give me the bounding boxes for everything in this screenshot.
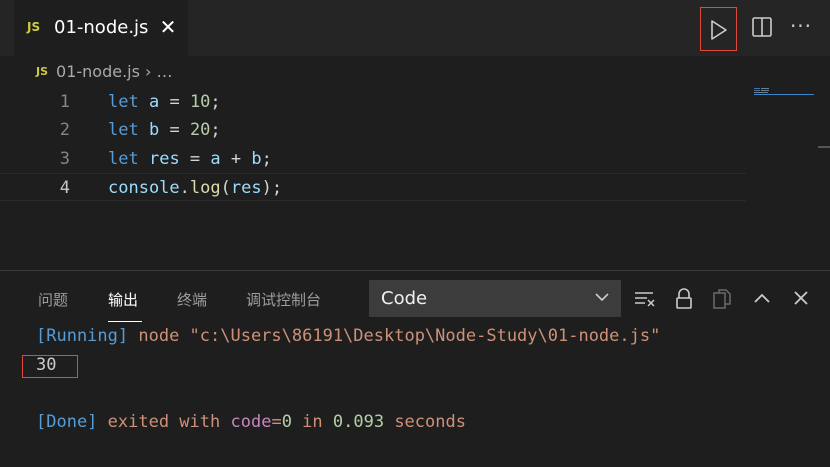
more-actions-button[interactable]: ··· <box>788 13 814 39</box>
breadcrumb-more[interactable]: … <box>157 62 173 81</box>
output-running-line: [Running] node "c:\Users\86191\Desktop\N… <box>36 326 660 346</box>
output-panel[interactable]: [Running] node "c:\Users\86191\Desktop\N… <box>0 322 830 467</box>
tab-problems[interactable]: 问题 <box>38 289 68 310</box>
chevron-up-icon[interactable] <box>750 288 774 310</box>
tab-debug-console[interactable]: 调试控制台 <box>246 289 321 310</box>
select-value: Code <box>381 288 428 309</box>
js-file-icon: JS <box>27 20 41 34</box>
scrollbar-thumb[interactable] <box>818 146 830 148</box>
tab-label: 01-node.js <box>54 17 149 38</box>
chevron-down-icon <box>595 293 609 302</box>
line-number: 1 <box>59 92 70 112</box>
code-text: let res = a + b; <box>108 149 272 169</box>
minimap[interactable] <box>754 88 814 98</box>
output-channel-select[interactable]: Code <box>369 280 621 317</box>
lock-icon[interactable] <box>672 288 696 310</box>
minimap-current-line <box>754 94 814 95</box>
clear-output-icon[interactable] <box>633 288 657 310</box>
editor-tab[interactable]: JS 01-node.js ✕ <box>14 0 188 56</box>
play-icon <box>711 20 727 40</box>
editor-tab-bar: JS 01-node.js ✕ ··· <box>0 0 830 56</box>
code-text: let b = 20; <box>108 120 221 140</box>
close-tab-icon[interactable]: ✕ <box>156 14 180 40</box>
run-code-button[interactable] <box>700 7 737 51</box>
line-number: 2 <box>59 120 70 140</box>
line-number: 4 <box>59 178 70 198</box>
tab-terminal[interactable]: 终端 <box>177 289 207 310</box>
code-line[interactable]: 2 let b = 20; <box>0 116 746 144</box>
code-line[interactable]: 1 let a = 10; <box>0 88 746 116</box>
line-number: 3 <box>59 149 70 169</box>
done-tag: [Done] <box>36 412 98 432</box>
result-highlight-box <box>22 355 78 378</box>
running-tag: [Running] <box>36 326 129 346</box>
code-line-current[interactable]: 4 console.log(res); <box>0 173 746 201</box>
breadcrumb-file[interactable]: 01-node.js <box>56 62 140 81</box>
running-command: node "c:\Users\86191\Desktop\Node-Study\… <box>128 326 661 346</box>
split-editor-icon <box>752 17 772 37</box>
code-editor[interactable]: 1 let a = 10; 2 let b = 20; 3 let res = … <box>0 88 830 268</box>
code-text: let a = 10; <box>108 92 221 112</box>
js-file-icon: JS <box>36 65 49 78</box>
code-text: console.log(res); <box>108 178 283 198</box>
panel-divider[interactable] <box>0 270 830 271</box>
breadcrumb-separator: › <box>145 62 152 81</box>
tab-output[interactable]: 输出 <box>108 289 138 310</box>
split-editor-button[interactable] <box>750 15 776 41</box>
copy-icon[interactable] <box>711 288 735 310</box>
output-done-line: [Done] exited with code=0 in 0.093 secon… <box>36 412 466 432</box>
breadcrumb: JS 01-node.js › … <box>36 62 173 82</box>
code-line[interactable]: 3 let res = a + b; <box>0 145 746 173</box>
close-icon[interactable] <box>789 288 813 310</box>
